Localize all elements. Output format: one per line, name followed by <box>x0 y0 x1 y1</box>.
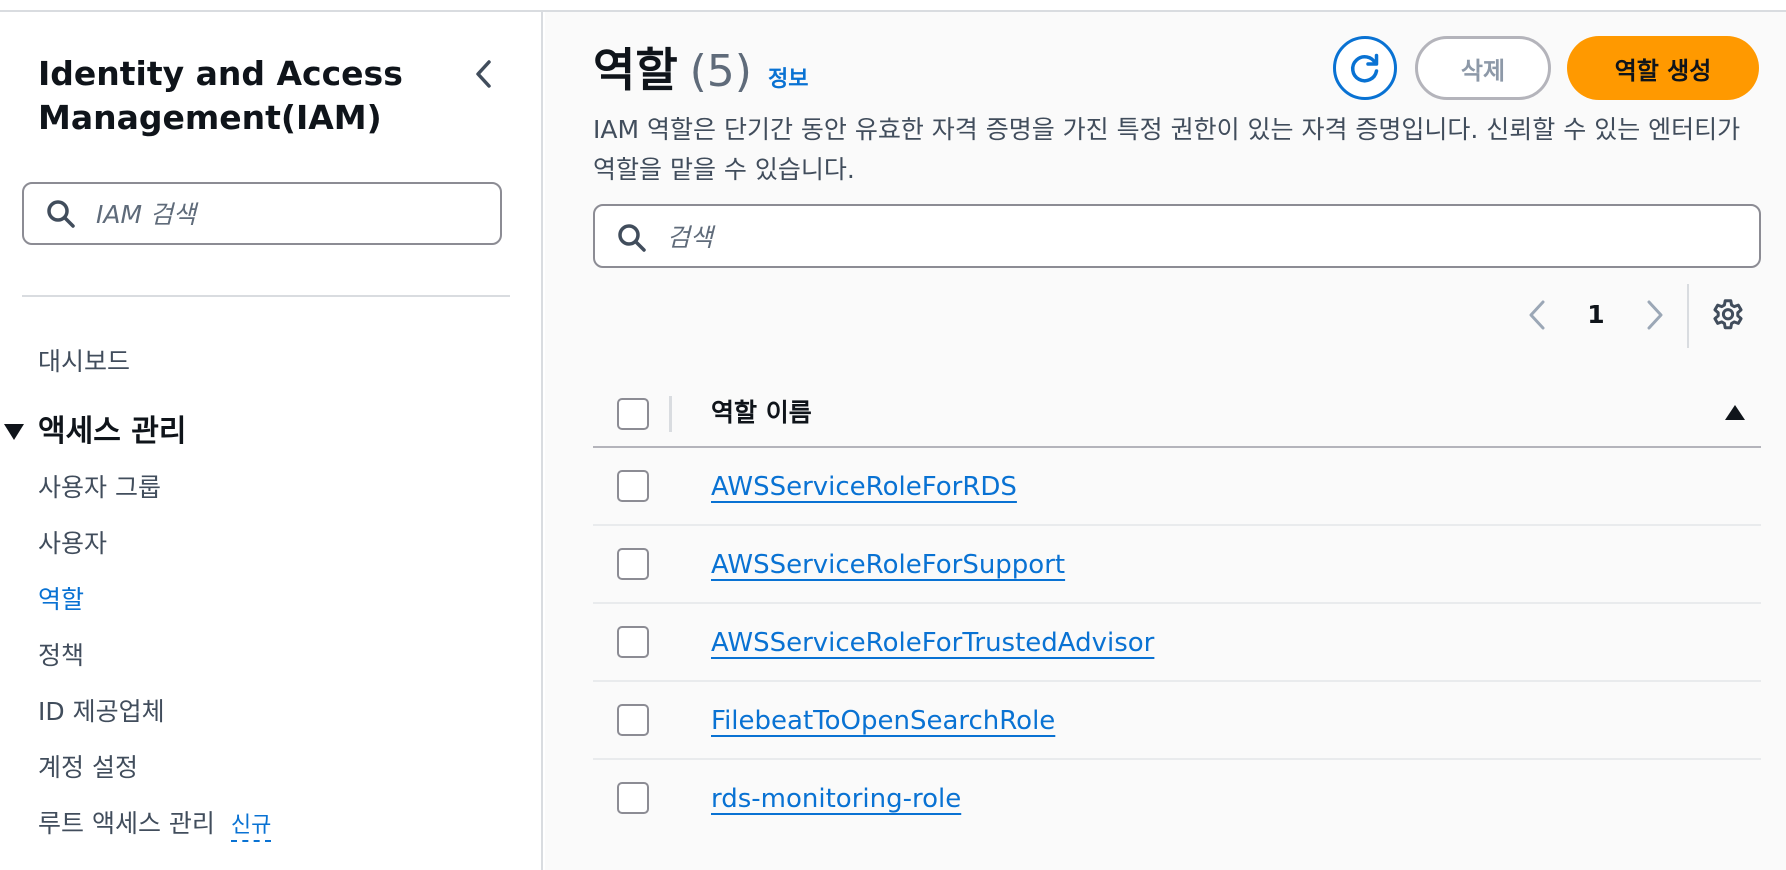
sidebar-item-policies[interactable]: 정책 <box>38 639 84 673</box>
sidebar-item-account-settings[interactable]: 계정 설정 <box>38 751 138 785</box>
sidebar-title: Identity and Access Management(IAM) <box>38 54 403 137</box>
roles-search <box>593 204 1761 268</box>
main-content: 역할 (5) 정보 삭제 역할 생성 IAM 역할은 단기간 동안 유효한 자격… <box>545 12 1786 870</box>
refresh-button[interactable] <box>1333 36 1397 100</box>
sidebar-item-user-groups[interactable]: 사용자 그룹 <box>38 471 161 505</box>
sidebar: Identity and Access Management(IAM) 대시보드… <box>0 12 543 870</box>
role-name-link[interactable]: AWSServiceRoleForSupport <box>711 546 1065 584</box>
column-header-role-name[interactable]: 역할 이름 <box>711 394 812 432</box>
create-role-button[interactable]: 역할 생성 <box>1567 36 1759 100</box>
pagination-current-page[interactable]: 1 <box>1581 296 1611 334</box>
delete-button[interactable]: 삭제 <box>1415 36 1551 100</box>
refresh-icon <box>1351 53 1379 83</box>
table-row: AWSServiceRoleForRDS <box>593 448 1761 526</box>
table-row: rds-monitoring-role <box>593 760 1761 838</box>
sort-ascending-icon[interactable] <box>1723 402 1747 424</box>
search-icon <box>618 224 646 252</box>
sidebar-item-roles[interactable]: 역할 <box>38 583 84 617</box>
chevron-left-icon[interactable] <box>1523 298 1553 332</box>
sidebar-divider <box>22 295 510 297</box>
table-header: 역할 이름 <box>593 380 1761 448</box>
role-name-link[interactable]: FilebeatToOpenSearchRole <box>711 702 1055 740</box>
sidebar-item-users[interactable]: 사용자 <box>38 527 107 561</box>
sidebar-search <box>22 182 502 245</box>
sidebar-section-label: 액세스 관리 <box>38 414 187 449</box>
row-checkbox[interactable] <box>617 782 649 814</box>
row-checkbox[interactable] <box>617 548 649 580</box>
chevron-left-icon <box>476 60 491 88</box>
caret-down-icon <box>4 424 24 440</box>
pagination-divider <box>1687 284 1689 348</box>
role-name-link[interactable]: rds-monitoring-role <box>711 780 961 818</box>
chevron-right-icon[interactable] <box>1639 298 1669 332</box>
row-checkbox[interactable] <box>617 626 649 658</box>
info-link[interactable]: 정보 <box>768 61 808 93</box>
roles-table: 역할 이름 AWSServiceRoleForRDS AWSServiceRol… <box>593 380 1761 838</box>
sidebar-section-access-management[interactable]: 액세스 관리 <box>0 412 186 452</box>
select-all-checkbox[interactable] <box>617 398 649 430</box>
role-name-link[interactable]: AWSServiceRoleForTrustedAdvisor <box>711 624 1154 662</box>
sidebar-item-dashboard[interactable]: 대시보드 <box>38 345 130 379</box>
sidebar-search-input[interactable] <box>96 192 486 236</box>
sidebar-item-root-access-label: 루트 액세스 관리 <box>38 809 215 838</box>
table-row: FilebeatToOpenSearchRole <box>593 682 1761 760</box>
page-description: IAM 역할은 단기간 동안 유효한 자격 증명을 가진 특정 권한이 있는 자… <box>593 115 1741 184</box>
row-checkbox[interactable] <box>617 470 649 502</box>
page-heading: 역할 (5) 정보 <box>593 42 808 100</box>
sidebar-item-root-access[interactable]: 루트 액세스 관리 신규 <box>38 807 272 842</box>
table-row: AWSServiceRoleForTrustedAdvisor <box>593 604 1761 682</box>
new-badge[interactable]: 신규 <box>230 812 272 842</box>
roles-search-input[interactable] <box>667 215 1727 259</box>
gear-icon[interactable] <box>1711 298 1745 332</box>
role-name-link[interactable]: AWSServiceRoleForRDS <box>711 468 1017 506</box>
sidebar-item-identity-providers[interactable]: ID 제공업체 <box>38 695 165 729</box>
column-resizer[interactable] <box>669 396 672 432</box>
page-title: 역할 <box>593 43 678 97</box>
table-row: AWSServiceRoleForSupport <box>593 526 1761 604</box>
roles-count: (5) <box>689 46 752 97</box>
collapse-sidebar-button[interactable] <box>466 56 502 92</box>
search-icon <box>47 200 75 228</box>
row-checkbox[interactable] <box>617 704 649 736</box>
